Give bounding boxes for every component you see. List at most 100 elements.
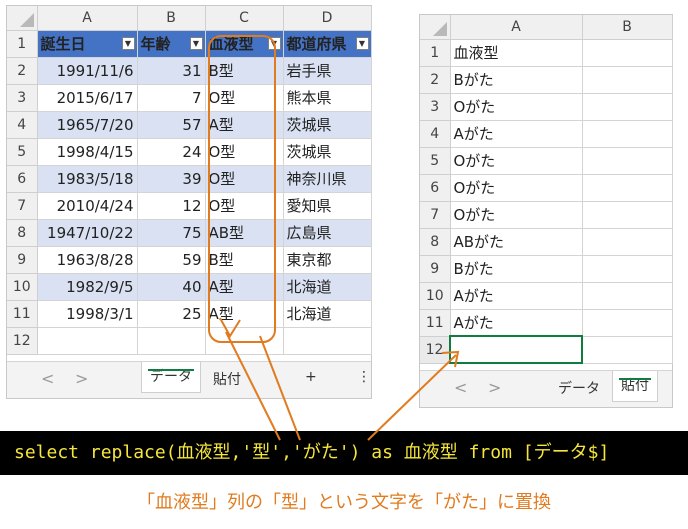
row-header[interactable]: 1 (7, 30, 38, 58)
age-cell[interactable]: 31 (137, 57, 206, 85)
date-cell[interactable]: 1998/3/1 (37, 300, 138, 328)
select-all-corner[interactable] (420, 15, 451, 40)
more-options-icon[interactable]: ⋮ (357, 369, 371, 385)
filter-dropdown-icon[interactable]: ▼ (267, 36, 281, 50)
col-header-c[interactable]: C (205, 6, 284, 31)
cell[interactable] (582, 120, 673, 148)
cell[interactable] (582, 336, 673, 364)
blood-type-cell[interactable]: B型 (205, 57, 284, 85)
tab-paste[interactable]: 貼付 (213, 369, 241, 389)
blood-type-cell[interactable]: O型 (205, 84, 284, 112)
row-header[interactable]: 11 (7, 300, 38, 328)
date-cell[interactable]: 1991/11/6 (37, 57, 138, 85)
col-header-a[interactable]: A (37, 6, 138, 31)
prefecture-cell[interactable]: 東京都 (283, 246, 372, 274)
tab-scroll-prev-icon[interactable]: < (454, 378, 467, 397)
cell[interactable] (582, 282, 673, 310)
prefecture-cell[interactable]: 岩手県 (283, 57, 372, 85)
result-cell[interactable]: Bがた (450, 66, 583, 94)
cell[interactable] (582, 93, 673, 121)
cell[interactable] (582, 147, 673, 175)
row-header[interactable]: 6 (7, 165, 38, 193)
row-header[interactable]: 5 (7, 138, 38, 166)
cell[interactable] (37, 327, 138, 355)
result-cell[interactable]: Aがた (450, 309, 583, 337)
age-cell[interactable]: 25 (137, 300, 206, 328)
result-cell[interactable]: Oがた (450, 201, 583, 229)
date-cell[interactable]: 1965/7/20 (37, 111, 138, 139)
result-cell[interactable]: Aがた (450, 120, 583, 148)
row-header[interactable]: 3 (420, 93, 451, 121)
cell[interactable] (283, 327, 372, 355)
row-header[interactable]: 11 (420, 309, 451, 337)
date-cell[interactable]: 1982/9/5 (37, 273, 138, 301)
row-header[interactable]: 12 (7, 327, 38, 355)
table-header-prefecture[interactable]: 都道府県 ▼ (283, 30, 372, 58)
col-header-d[interactable]: D (283, 6, 372, 31)
col-header-b[interactable]: B (137, 6, 206, 31)
result-cell[interactable]: Aがた (450, 282, 583, 310)
age-cell[interactable]: 24 (137, 138, 206, 166)
col-header-a[interactable]: A (450, 15, 583, 40)
filter-dropdown-icon[interactable]: ▼ (121, 36, 135, 50)
prefecture-cell[interactable]: 愛知県 (283, 192, 372, 220)
row-header[interactable]: 8 (7, 219, 38, 247)
row-header[interactable]: 7 (420, 201, 451, 229)
row-header[interactable]: 8 (420, 228, 451, 256)
tab-data[interactable]: データ (558, 378, 600, 398)
row-header[interactable]: 9 (420, 255, 451, 283)
row-header[interactable]: 6 (420, 174, 451, 202)
prefecture-cell[interactable]: 広島県 (283, 219, 372, 247)
table-header-birthday[interactable]: 誕生日 ▼ (37, 30, 138, 58)
result-cell[interactable]: Bがた (450, 255, 583, 283)
row-header[interactable]: 1 (420, 39, 451, 67)
age-cell[interactable]: 7 (137, 84, 206, 112)
table-header-blood-type[interactable]: 血液型 ▼ (205, 30, 284, 58)
blood-type-cell[interactable]: O型 (205, 192, 284, 220)
age-cell[interactable]: 39 (137, 165, 206, 193)
tab-scroll-next-icon[interactable]: > (488, 378, 501, 397)
row-header[interactable]: 10 (420, 282, 451, 310)
blood-type-cell[interactable]: O型 (205, 138, 284, 166)
row-header[interactable]: 2 (420, 66, 451, 94)
blood-type-cell[interactable]: AB型 (205, 219, 284, 247)
age-cell[interactable]: 40 (137, 273, 206, 301)
active-cell[interactable] (449, 335, 583, 364)
date-cell[interactable]: 2010/4/24 (37, 192, 138, 220)
age-cell[interactable]: 12 (137, 192, 206, 220)
cell[interactable] (582, 174, 673, 202)
select-all-corner[interactable] (7, 6, 38, 31)
date-cell[interactable]: 1998/4/15 (37, 138, 138, 166)
blood-type-cell[interactable]: A型 (205, 300, 284, 328)
row-header[interactable]: 4 (420, 120, 451, 148)
cell[interactable] (582, 309, 673, 337)
prefecture-cell[interactable]: 熊本県 (283, 84, 372, 112)
tab-paste[interactable]: 貼付 (612, 371, 658, 402)
cell[interactable] (582, 228, 673, 256)
row-header[interactable]: 9 (7, 246, 38, 274)
result-cell[interactable]: Oがた (450, 174, 583, 202)
row-header[interactable]: 10 (7, 273, 38, 301)
row-header[interactable]: 3 (7, 84, 38, 112)
prefecture-cell[interactable]: 茨城県 (283, 111, 372, 139)
result-cell[interactable]: Oがた (450, 93, 583, 121)
age-cell[interactable]: 57 (137, 111, 206, 139)
prefecture-cell[interactable]: 北海道 (283, 273, 372, 301)
age-cell[interactable]: 59 (137, 246, 206, 274)
blood-type-cell[interactable]: B型 (205, 246, 284, 274)
date-cell[interactable]: 1947/10/22 (37, 219, 138, 247)
row-header[interactable]: 4 (7, 111, 38, 139)
add-sheet-icon[interactable]: + (305, 369, 317, 385)
filter-dropdown-icon[interactable]: ▼ (355, 36, 369, 50)
tab-data[interactable]: データ (141, 362, 201, 393)
row-header[interactable]: 5 (420, 147, 451, 175)
prefecture-cell[interactable]: 北海道 (283, 300, 372, 328)
prefecture-cell[interactable]: 茨城県 (283, 138, 372, 166)
cell[interactable] (582, 39, 673, 67)
result-cell[interactable]: Oがた (450, 147, 583, 175)
table-header-age[interactable]: 年齢 ▼ (137, 30, 206, 58)
blood-type-cell[interactable]: O型 (205, 165, 284, 193)
tab-scroll-next-icon[interactable]: > (75, 369, 88, 388)
tab-scroll-prev-icon[interactable]: < (41, 369, 54, 388)
date-cell[interactable]: 1963/8/28 (37, 246, 138, 274)
